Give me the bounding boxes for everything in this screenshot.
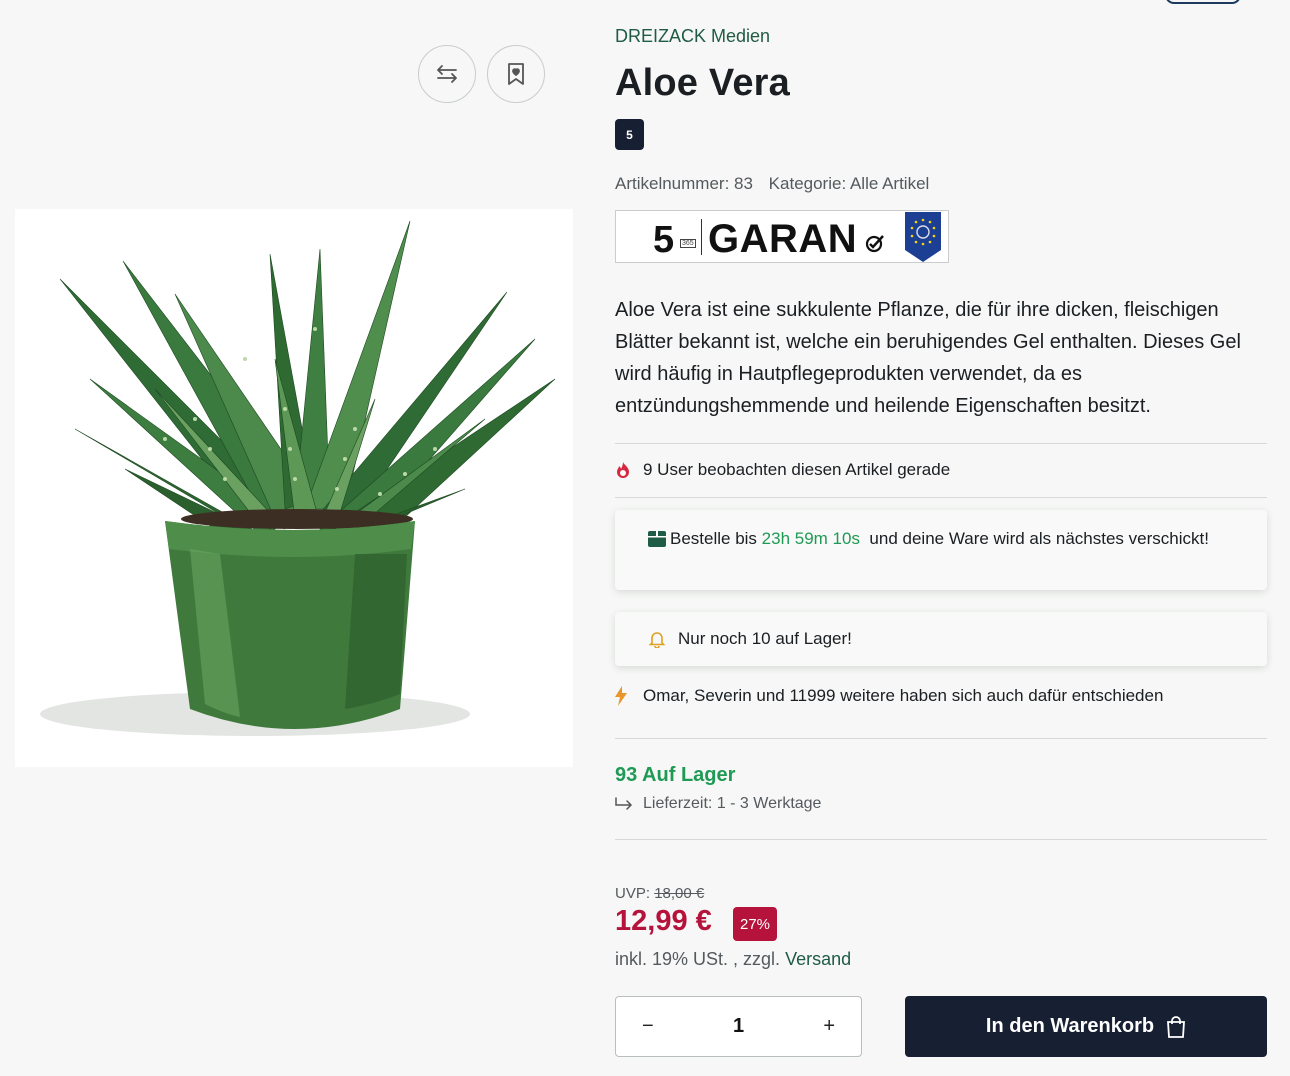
box-icon xyxy=(648,531,666,547)
return-arrow-icon xyxy=(615,797,633,810)
guarantee-separator xyxy=(701,219,702,255)
wishlist-button[interactable] xyxy=(487,45,545,103)
bookmark-heart-icon xyxy=(508,63,524,85)
product-description: Aloe Vera ist eine sukkulente Pflanze, d… xyxy=(615,299,1241,417)
shopping-bag-icon xyxy=(1167,1015,1186,1038)
divider xyxy=(615,839,1267,840)
order-timer-card: Bestelle bis 23h 59m 10s und deine Ware … xyxy=(615,510,1267,590)
delivery-info: Lieferzeit: 1 - 3 Werktage xyxy=(615,795,821,813)
guarantee-sub: 365 xyxy=(680,239,696,248)
watchers-text: 9 User beobachten diesen Artikel gerade xyxy=(643,460,951,479)
add-to-cart-label: In den Warenkorb xyxy=(985,1015,1155,1037)
tax-text: inkl. 19% USt. , zzgl. xyxy=(615,949,781,969)
bell-icon xyxy=(648,632,666,648)
guarantee-number: 5 xyxy=(653,219,675,261)
add-to-cart-button[interactable]: In den Warenkorb xyxy=(905,996,1267,1057)
stock-alert-card: Nur noch 10 auf Lager! xyxy=(615,612,1267,666)
guarantee-text: GARAN xyxy=(708,217,858,261)
delivery-time: Lieferzeit: 1 - 3 Werktage xyxy=(643,795,822,812)
product-title: Aloe Vera xyxy=(615,62,791,104)
product-image xyxy=(15,209,573,767)
compare-arrows-icon xyxy=(437,65,457,83)
divider xyxy=(615,738,1267,739)
divider xyxy=(615,497,1267,498)
article-number: Artikelnummer: 83 xyxy=(615,174,753,193)
aloe-vera-plant-image xyxy=(40,220,556,736)
decrease-quantity-button[interactable]: − xyxy=(642,1015,654,1038)
watchers-info: 9 User beobachten diesen Artikel gerade xyxy=(615,460,950,480)
uvp-label: UVP: xyxy=(615,885,651,902)
brand-link[interactable]: DREIZACK Medien xyxy=(615,26,770,47)
order-countdown: 23h 59m 10s xyxy=(761,529,860,548)
social-proof: Omar, Severin und 11999 weitere haben si… xyxy=(615,686,1163,706)
eu-shield-icon xyxy=(905,212,941,262)
checkmark-icon xyxy=(865,235,884,253)
order-suffix: und deine Ware wird als nächstes verschi… xyxy=(869,529,1209,548)
product-meta: Artikelnummer: 83 Kategorie: Alle Artike… xyxy=(615,174,929,194)
order-prefix: Bestelle bis xyxy=(670,529,757,548)
top-partial-button[interactable] xyxy=(1165,0,1241,4)
compare-button[interactable] xyxy=(418,45,476,103)
uvp-value: 18,00 € xyxy=(654,885,705,902)
shipping-link[interactable]: Versand xyxy=(785,949,851,969)
uvp-price: UVP: 18,00 € xyxy=(615,885,704,902)
divider xyxy=(615,443,1267,444)
bolt-icon xyxy=(615,686,627,706)
category: Kategorie: Alle Artikel xyxy=(768,174,930,193)
social-proof-text: Omar, Severin und 11999 weitere haben si… xyxy=(643,686,1164,705)
stock-alert-text: Nur noch 10 auf Lager! xyxy=(678,629,852,648)
guarantee-seal[interactable]: 5 365 GARAN xyxy=(615,210,949,263)
quantity-input[interactable]: 1 xyxy=(709,1015,769,1038)
tax-info: inkl. 19% USt. , zzgl. Versand xyxy=(615,949,851,970)
quantity-stepper: − 1 + xyxy=(615,996,862,1057)
increase-quantity-button[interactable]: + xyxy=(823,1015,835,1038)
stock-status: 93 Auf Lager xyxy=(615,764,736,786)
fire-icon xyxy=(617,462,629,478)
product-badge: 5 xyxy=(615,119,644,150)
discount-badge: 27% xyxy=(733,907,778,941)
current-price: 12,99 € xyxy=(615,905,712,937)
